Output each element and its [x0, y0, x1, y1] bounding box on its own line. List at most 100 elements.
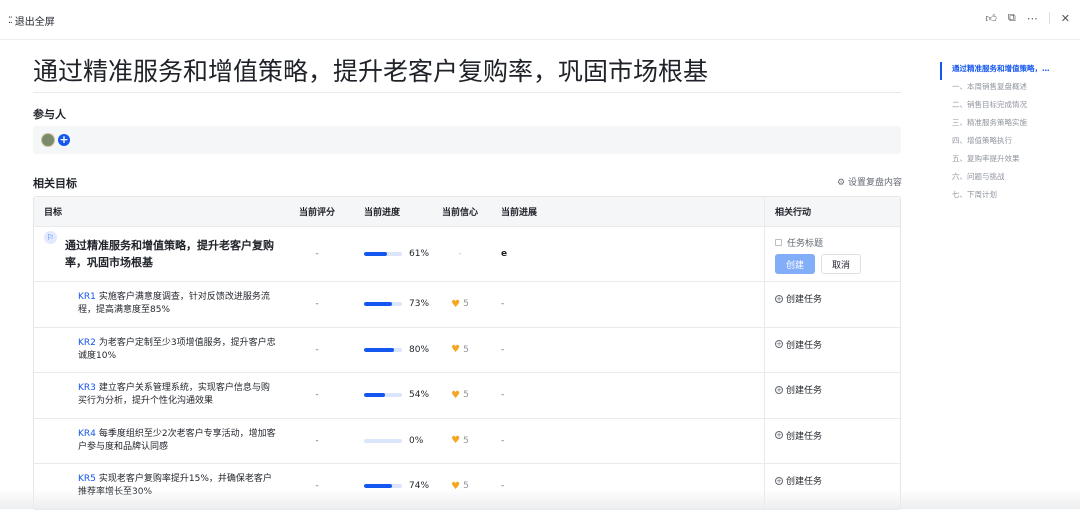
kr-tag[interactable]: KR2 [78, 338, 96, 348]
kr-confidence: ♥ 5 [427, 373, 493, 418]
kr-cell[interactable]: KR4 每季度组织至少2次老客户专享活动，增加客户参与度和品牌认同感 [34, 419, 290, 464]
settings-link[interactable]: ⚙ 设置复盘内容 [837, 175, 902, 188]
progress-percent: 61% [409, 249, 430, 259]
kr-confidence: ♥ 5 [427, 328, 493, 373]
avatar[interactable] [41, 133, 55, 147]
progress-bar [364, 484, 402, 489]
heart-icon: ♥ [451, 389, 461, 401]
top-bar: ⁚⁚ 退出全屏 👍︎ ⧉ ⋯ ✕ [0, 0, 1080, 40]
progress-percent: 80% [409, 344, 430, 355]
col-goal: 目标 [44, 208, 63, 218]
toc-item[interactable]: 六、问题与挑战 [940, 170, 1050, 188]
create-task-button[interactable]: + 创建任务 [775, 292, 822, 305]
progress-bar [364, 302, 402, 307]
close-icon[interactable]: ✕ [1061, 12, 1070, 25]
create-task-label: 创建任务 [786, 431, 823, 442]
toc-item[interactable]: 一、本周销售复盘概述 [940, 80, 1050, 98]
kr-cell[interactable]: KR1 实施客户满意度调查，针对反馈改进服务流程，提高满意度至85% [34, 282, 290, 327]
flag-icon: ⚐ [44, 231, 57, 244]
more-icon[interactable]: ⋯ [1027, 12, 1038, 25]
create-task-button[interactable]: + 创建任务 [775, 338, 822, 351]
confidence-value: 5 [463, 390, 469, 401]
kr-cell[interactable]: KR3 建立客户关系管理系统，实现客户信息与购买行为分析，提升个性化沟通效果 [34, 373, 290, 418]
heart-icon: ♥ [451, 298, 461, 310]
col-confidence: 当前信心 [441, 208, 478, 218]
progress-percent: 0% [409, 435, 424, 446]
participants-heading: 参与人 [33, 108, 66, 121]
objective-row: ⚐ 通过精准服务和增值策略，提升老客户复购率，巩固市场根基 - 61% - e … [34, 227, 900, 282]
task-title-input[interactable]: 任务标题 [787, 236, 823, 249]
kr-tag[interactable]: KR5 [78, 474, 96, 484]
progress-bar [364, 252, 402, 256]
toc-item[interactable]: 三、精准服务策略实施 [940, 116, 1050, 134]
kr-row: KR3 建立客户关系管理系统，实现客户信息与购买行为分析，提升个性化沟通效果 - … [34, 373, 900, 419]
title-divider [33, 92, 901, 93]
create-task-label: 创建任务 [786, 386, 823, 396]
objective-cell[interactable]: ⚐ 通过精准服务和增值策略，提升老客户复购率，巩固市场根基 [34, 227, 290, 281]
col-score: 当前评分 [298, 208, 335, 218]
top-actions: 👍︎ ⧉ ⋯ ✕ [985, 11, 1070, 25]
kr-update[interactable]: - [493, 327, 765, 372]
progress-percent: 73% [409, 299, 430, 310]
grid-dots-icon: ⁚⁚ [8, 15, 13, 26]
divider [1048, 12, 1050, 24]
related-goals-heading: 相关目标 [33, 177, 77, 190]
kr-row: KR1 实施客户满意度调查，针对反馈改进服务流程，提高满意度至85% - 73% … [34, 282, 900, 328]
goals-table: 目标 当前评分 当前进度 当前信心 当前进展 相关行动 ⚐ 通过精准服务和增值策… [33, 196, 901, 510]
toc-item[interactable]: 七、下周计划 [940, 188, 1050, 206]
plus-circle-icon: + [775, 431, 783, 439]
plus-circle-icon: + [775, 476, 783, 485]
kr-tag[interactable]: KR1 [78, 292, 96, 302]
thumbs-up-icon[interactable]: 👍︎ [985, 12, 997, 25]
create-button[interactable]: 创建 [775, 254, 815, 274]
toc-item[interactable]: 五、复购率提升效果 [940, 152, 1050, 170]
objective-update[interactable]: e [493, 227, 765, 281]
progress-percent: 54% [409, 390, 430, 401]
table-of-contents: 通过精准服务和增值策略，提升老客户复购率，巩固市场根基一、本周销售复盘概述二、销… [940, 62, 1050, 206]
kr-update[interactable]: - [493, 282, 765, 327]
kr-actions: + 创建任务 [765, 373, 900, 418]
task-checkbox[interactable] [775, 239, 782, 246]
kr-cell[interactable]: KR2 为老客户定制至少3项增值服务，提升客户忠诚度10% [34, 328, 290, 373]
col-progress: 当前进度 [364, 208, 401, 218]
kr-actions: + 创建任务 [765, 328, 900, 373]
cancel-button[interactable]: 取消 [821, 254, 861, 274]
kr-text: 为老客户定制至少3项增值服务，提升客户忠诚度10% [78, 337, 276, 361]
col-actions: 相关行动 [775, 208, 812, 218]
participants-box: + [33, 126, 901, 154]
kr-row: KR4 每季度组织至少2次老客户专享活动，增加客户参与度和品牌认同感 - 0% ♥… [34, 418, 900, 464]
exit-fullscreen-label: 退出全屏 [14, 17, 55, 28]
objective-confidence: - [458, 249, 462, 259]
heart-icon: ♥ [451, 344, 461, 356]
create-task-button[interactable]: + 创建任务 [775, 474, 822, 487]
confidence-value: 5 [463, 344, 469, 355]
progress-bar [364, 438, 402, 443]
kr-score: - [315, 344, 319, 355]
create-task-label: 创建任务 [786, 340, 823, 351]
kr-update[interactable]: - [493, 373, 765, 418]
exit-fullscreen-button[interactable]: ⁚⁚ 退出全屏 [8, 13, 55, 29]
kr-progress: 80% [344, 328, 430, 373]
plus-circle-icon: + [775, 385, 783, 394]
plus-circle-icon: + [775, 294, 783, 303]
toc-item[interactable]: 四、增值策略执行 [940, 134, 1050, 152]
add-participant-button[interactable]: + [58, 134, 70, 146]
page-title: 通过精准服务和增值策略，提升老客户复购率，巩固市场根基 [33, 57, 709, 86]
toc-item[interactable]: 通过精准服务和增值策略，提升老客户复购率，巩固市场根基 [940, 62, 1050, 80]
toc-item[interactable]: 二、销售目标完成情况 [940, 98, 1050, 116]
kr-tag[interactable]: KR4 [78, 429, 96, 439]
kr-row: KR2 为老客户定制至少3项增值服务，提升客户忠诚度10% - 80% ♥ 5 - … [34, 327, 900, 373]
kr-update[interactable]: - [493, 418, 765, 463]
kr-progress: 0% [344, 419, 427, 464]
open-external-icon[interactable]: ⧉ [1008, 11, 1016, 25]
kr-score: - [315, 435, 319, 446]
kr-confidence: ♥ 5 [427, 419, 493, 464]
create-task-button[interactable]: + 创建任务 [775, 383, 822, 396]
create-task-button[interactable]: + 创建任务 [775, 429, 822, 442]
kr-tag[interactable]: KR3 [78, 383, 96, 393]
plus-circle-icon: + [775, 340, 783, 348]
kr-score: - [315, 299, 319, 310]
settings-link-label: 设置复盘内容 [847, 178, 902, 188]
heart-icon: ♥ [451, 435, 461, 447]
col-update: 当前进展 [493, 197, 765, 226]
